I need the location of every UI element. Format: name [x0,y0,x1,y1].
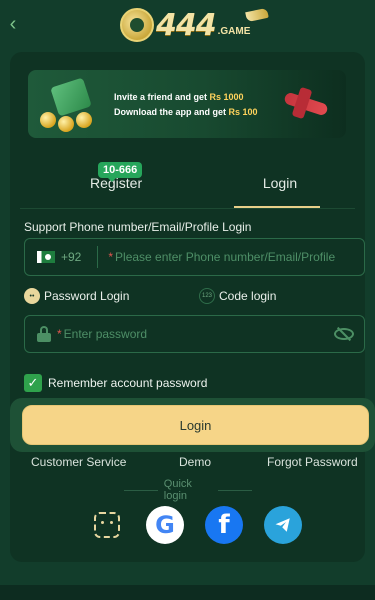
chevron-left-icon: ‹ [9,12,17,35]
tab-login[interactable]: Login [195,158,365,208]
password-input[interactable]: Enter password [64,327,147,341]
pakistan-flag-icon [37,251,55,263]
password-login-option[interactable]: •• Password Login [24,288,199,304]
password-login-label: Password Login [44,289,130,303]
banner-text: Invite a friend and get Rs 1000 Download… [114,92,258,117]
demo-link[interactable]: Demo [179,455,211,469]
password-mode-icon: •• [24,288,40,304]
divider [20,208,355,209]
code-login-option[interactable]: 123 Code login [199,288,276,304]
face-id-button[interactable] [88,506,126,544]
required-marker: * [57,327,62,341]
logo: 444 .GAME [120,4,270,46]
remember-row[interactable]: ✓ Remember account password [24,374,207,392]
phone-input[interactable]: Please enter Phone number/Email/Profile [115,250,335,264]
telegram-login-button[interactable] [264,506,302,544]
login-mode-row: •• Password Login 123 Code login [24,288,365,304]
support-label: Support Phone number/Email/Profile Login [24,220,252,234]
logo-text: 444 [156,7,217,43]
remember-label: Remember account password [48,376,208,390]
plane-icon [245,7,269,23]
back-button[interactable]: ‹ [4,12,22,36]
telegram-icon [275,518,290,532]
google-login-button[interactable]: G [146,506,184,544]
forgot-password-link[interactable]: Forgot Password [267,455,358,469]
customer-service-link[interactable]: Customer Service [31,455,126,469]
google-icon: G [155,511,175,539]
bottom-bar [0,585,375,600]
required-marker: * [108,250,114,264]
lock-icon [37,326,51,342]
register-bonus-badge: 10-666 [98,162,143,182]
promo-banner[interactable]: Invite a friend and get Rs 1000 Download… [28,70,346,138]
hide-password-icon[interactable] [334,326,354,342]
login-button[interactable]: Login [22,405,369,445]
facebook-login-button[interactable]: f [205,506,243,544]
code-mode-icon: 123 [199,288,215,304]
facebook-icon: f [218,510,230,540]
tab-login-label: Login [262,175,298,191]
auth-tabs: Register 10-666 Login [10,158,365,208]
airplane-icon [276,78,336,128]
field-divider [97,246,99,268]
remember-checkbox[interactable]: ✓ [24,374,42,392]
country-code[interactable]: +92 [61,250,81,264]
logo-suffix: .GAME [217,25,251,37]
phone-field[interactable]: +92 * Please enter Phone number/Email/Pr… [24,238,365,276]
logo-ball-icon [120,8,154,42]
header: ‹ 444 .GAME [0,0,375,50]
code-login-label: Code login [219,289,277,303]
face-id-icon [94,512,120,538]
password-field[interactable]: * Enter password [24,315,365,353]
footer-links: Customer Service Demo Forgot Password [0,455,375,469]
quick-login-label: Quick login [118,478,258,502]
money-icon [36,77,106,132]
